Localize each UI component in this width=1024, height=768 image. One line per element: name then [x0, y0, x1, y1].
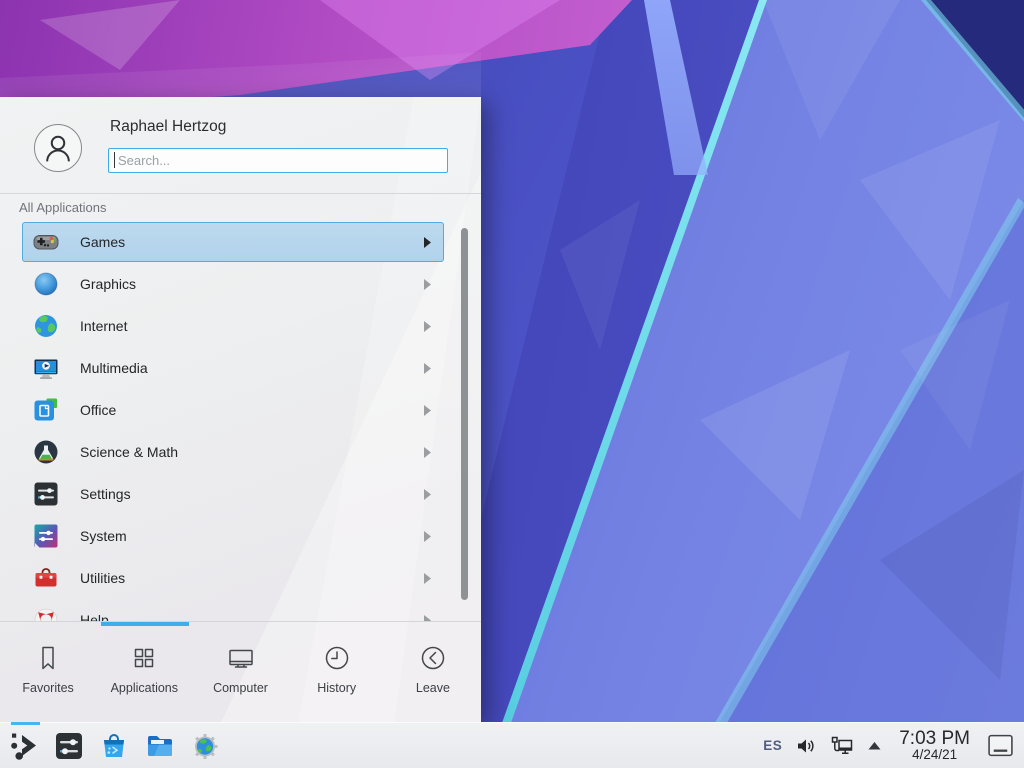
category-label: Help	[80, 612, 109, 621]
expand-tray-caret-icon[interactable]	[867, 740, 882, 751]
tab-label: Applications	[111, 681, 178, 695]
keyboard-layout-indicator[interactable]: ES	[763, 738, 782, 753]
toolbox-icon	[33, 565, 59, 591]
person-icon	[38, 128, 78, 168]
submenu-arrow-icon	[424, 321, 431, 332]
category-multimedia[interactable]: Multimedia	[22, 348, 444, 388]
section-label: All Applications	[19, 200, 106, 215]
user-avatar[interactable]	[34, 124, 82, 172]
globe-icon	[33, 313, 59, 339]
search-input[interactable]	[108, 148, 448, 173]
tab-label: Computer	[213, 681, 268, 695]
category-label: Science & Math	[80, 444, 178, 460]
sphere-icon	[33, 271, 59, 297]
active-tab-indicator	[101, 622, 189, 626]
submenu-arrow-icon	[424, 405, 431, 416]
category-label: Internet	[80, 318, 127, 334]
category-games[interactable]: Games	[22, 222, 444, 262]
computer-icon	[226, 643, 256, 673]
clock[interactable]: 7:03 PM 4/24/21	[895, 729, 974, 763]
category-list: Games Graphics	[0, 222, 481, 621]
app-launcher-icon[interactable]	[9, 731, 39, 761]
leave-icon	[418, 643, 448, 673]
divider	[0, 621, 481, 622]
tab-label: History	[317, 681, 356, 695]
software-store-bag-icon[interactable]	[99, 731, 129, 761]
system-tray: ES 7:03 PM 4/24/21	[763, 723, 1024, 768]
settings-sliders-icon	[33, 481, 59, 507]
user-name: Raphael Hertzog	[110, 118, 226, 136]
category-label: System	[80, 528, 127, 544]
tab-applications[interactable]: Applications	[96, 628, 192, 722]
tab-label: Favorites	[22, 681, 73, 695]
monitor-play-icon	[33, 355, 59, 381]
active-task-indicator	[11, 722, 40, 725]
show-desktop-button[interactable]	[987, 732, 1014, 759]
network-icon[interactable]	[830, 735, 854, 757]
text-caret	[114, 152, 115, 168]
application-launcher-menu: Raphael Hertzog All Applications	[0, 97, 481, 722]
submenu-arrow-icon	[424, 531, 431, 542]
science-flask-icon	[33, 439, 59, 465]
category-label: Multimedia	[80, 360, 148, 376]
submenu-arrow-icon	[424, 279, 431, 290]
volume-icon[interactable]	[795, 735, 817, 757]
category-science-math[interactable]: Science & Math	[22, 432, 444, 472]
taskbar: ES 7:03 PM 4/24/21	[0, 722, 1024, 768]
submenu-arrow-icon	[424, 237, 431, 248]
category-help[interactable]: Help	[22, 600, 444, 621]
desktop: Raphael Hertzog All Applications	[0, 0, 1024, 768]
category-label: Settings	[80, 486, 131, 502]
tab-label: Leave	[416, 681, 450, 695]
submenu-arrow-icon	[424, 489, 431, 500]
tab-computer[interactable]: Computer	[192, 628, 288, 722]
gamepad-icon	[33, 229, 59, 255]
category-label: Utilities	[80, 570, 125, 586]
category-label: Graphics	[80, 276, 136, 292]
submenu-arrow-icon	[424, 447, 431, 458]
category-graphics[interactable]: Graphics	[22, 264, 444, 304]
app-grid-icon	[129, 643, 159, 673]
clock-date: 4/24/21	[912, 748, 957, 762]
category-internet[interactable]: Internet	[22, 306, 444, 346]
tab-history[interactable]: History	[289, 628, 385, 722]
tab-favorites[interactable]: Favorites	[0, 628, 96, 722]
category-label: Office	[80, 402, 116, 418]
office-document-icon	[33, 397, 59, 423]
launcher-tab-bar: Favorites Applications Computer	[0, 628, 481, 722]
settings-tile-icon[interactable]	[54, 731, 84, 761]
category-settings[interactable]: Settings	[22, 474, 444, 514]
category-system[interactable]: System	[22, 516, 444, 556]
globe-gear-icon[interactable]	[190, 731, 220, 761]
submenu-arrow-icon	[424, 573, 431, 584]
scrollbar[interactable]	[461, 228, 468, 600]
category-office[interactable]: Office	[22, 390, 444, 430]
lifebuoy-icon	[33, 607, 59, 621]
submenu-arrow-icon	[424, 363, 431, 374]
system-sliders-icon	[33, 523, 59, 549]
folder-icon[interactable]	[145, 731, 175, 761]
bookmark-icon	[33, 643, 63, 673]
category-utilities[interactable]: Utilities	[22, 558, 444, 598]
divider	[0, 193, 481, 194]
clock-time: 7:03 PM	[899, 729, 970, 749]
history-clock-icon	[322, 643, 352, 673]
category-label: Games	[80, 234, 125, 250]
tab-leave[interactable]: Leave	[385, 628, 481, 722]
